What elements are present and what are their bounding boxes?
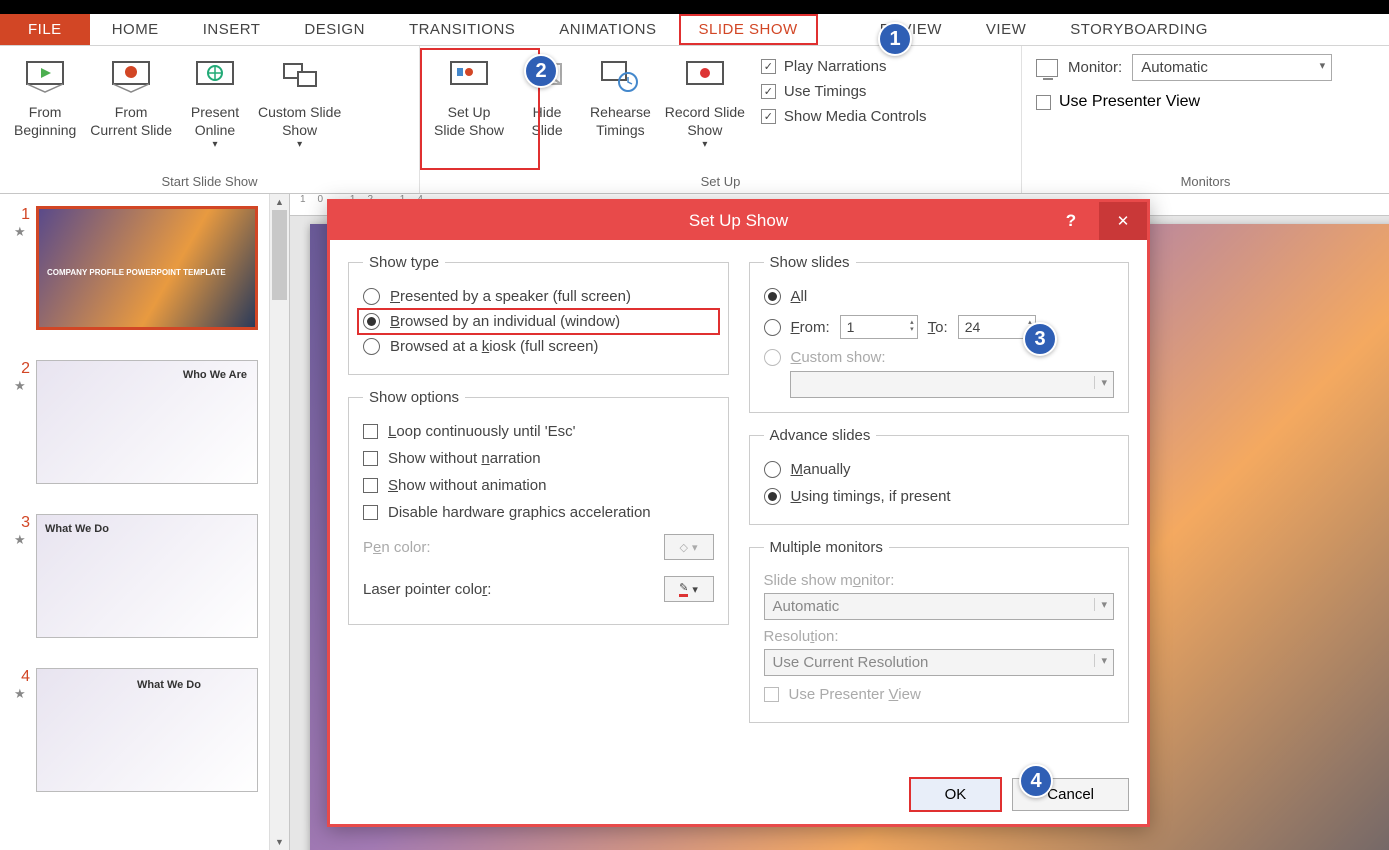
pen-color-button[interactable]: ◇▾ <box>664 534 714 560</box>
show-type-fieldset: Show type Presented by a speaker (full s… <box>348 254 729 375</box>
paint-bucket-icon: ◇ <box>680 541 688 554</box>
radio-browsed-individual[interactable]: Browsed by an individual (window) <box>357 308 720 335</box>
resolution-dropdown[interactable]: Use Current Resolution <box>764 649 1115 676</box>
from-current-button[interactable]: From Current Slide <box>84 50 178 141</box>
radio-manually[interactable]: Manually <box>764 456 1115 483</box>
tab-view[interactable]: VIEW <box>964 14 1048 45</box>
callout-1: 1 <box>878 22 912 56</box>
advance-slides-fieldset: Advance slides Manually Using timings, i… <box>749 427 1130 525</box>
globe-icon <box>194 56 236 98</box>
from-beginning-button[interactable]: From Beginning <box>8 50 82 141</box>
projector-play-icon <box>24 56 66 98</box>
callout-2: 2 <box>524 54 558 88</box>
projector-current-icon <box>110 56 152 98</box>
slide-thumbnails: 1★ COMPANY PROFILE POWERPOINT TEMPLATE 2… <box>0 194 290 850</box>
pen-icon: ✎ <box>679 581 688 597</box>
setup-icon <box>448 56 490 98</box>
callout-4: 4 <box>1019 764 1053 798</box>
tab-storyboarding[interactable]: STORYBOARDING <box>1048 14 1230 45</box>
custom-show-button[interactable]: Custom Slide Show▾ <box>252 50 347 152</box>
custom-slides-icon <box>279 56 321 98</box>
from-spinner[interactable]: 1 <box>840 315 918 339</box>
dialog-title: Set Up Show ? ✕ <box>330 202 1147 240</box>
dialog-help-button[interactable]: ? <box>1051 202 1091 240</box>
radio-custom-show: Custom show: <box>764 344 1115 371</box>
chk-loop[interactable]: Loop continuously until 'Esc' <box>363 418 714 445</box>
group-label-monitors: Monitors <box>1036 172 1375 191</box>
radio-using-timings[interactable]: Using timings, if present <box>764 483 1115 510</box>
record-slide-show-button[interactable]: Record Slide Show▾ <box>659 50 751 152</box>
monitor-icon <box>1036 59 1058 77</box>
radio-presented-speaker[interactable]: Presented by a speaker (full screen) <box>363 283 714 310</box>
use-timings-checkbox[interactable]: ✓Use Timings <box>761 83 927 100</box>
tab-home[interactable]: HOME <box>90 14 181 45</box>
chk-presenter-view[interactable]: Use Presenter View <box>764 676 1115 708</box>
present-online-button[interactable]: Present Online▾ <box>180 50 250 152</box>
thumbnails-scrollbar[interactable]: ▲ ▼ <box>269 194 289 850</box>
set-up-show-dialog: Set Up Show ? ✕ Show type Presented by a… <box>327 199 1150 827</box>
show-slides-fieldset: Show slides All From: 1 To: 24 Custom sh… <box>749 254 1130 413</box>
chk-disable-hw[interactable]: Disable hardware graphics acceleration <box>363 499 714 526</box>
laser-color-button[interactable]: ✎▾ <box>664 576 714 602</box>
dialog-close-button[interactable]: ✕ <box>1099 202 1147 240</box>
ribbon: From Beginning From Current Slide Presen… <box>0 46 1389 194</box>
thumb-1[interactable]: 1★ COMPANY PROFILE POWERPOINT TEMPLATE <box>14 206 283 330</box>
callout-3: 3 <box>1023 322 1057 356</box>
tab-file[interactable]: FILE <box>0 14 90 45</box>
tab-insert[interactable]: INSERT <box>181 14 283 45</box>
ok-button[interactable]: OK <box>909 777 1003 812</box>
clock-icon <box>599 56 641 98</box>
resolution-label: Resolution: <box>764 620 1115 649</box>
show-media-checkbox[interactable]: ✓Show Media Controls <box>761 108 927 125</box>
thumb-4[interactable]: 4★ What We Do <box>14 668 283 792</box>
slide-monitor-label: Slide show monitor: <box>764 568 1115 593</box>
custom-show-dropdown <box>790 371 1115 398</box>
monitor-label: Monitor: <box>1068 59 1122 76</box>
thumb-2[interactable]: 2★ Who We Are <box>14 360 283 484</box>
multiple-monitors-fieldset: Multiple monitors Slide show monitor: Au… <box>749 539 1130 723</box>
ribbon-tabs: FILE HOME INSERT DESIGN TRANSITIONS ANIM… <box>0 14 1389 46</box>
play-narrations-checkbox[interactable]: ✓Play Narrations <box>761 58 927 75</box>
thumb-3[interactable]: 3★ What We Do <box>14 514 283 638</box>
radio-from-slides[interactable]: From: 1 To: 24 <box>764 310 1115 344</box>
monitor-select[interactable]: Automatic <box>1132 54 1332 81</box>
record-icon <box>684 56 726 98</box>
set-up-slide-show-button[interactable]: Set Up Slide Show <box>428 50 510 141</box>
presenter-view-checkbox[interactable]: Use Presenter View <box>1036 93 1375 111</box>
tab-slideshow[interactable]: SLIDE SHOW <box>679 14 818 45</box>
tab-transitions[interactable]: TRANSITIONS <box>387 14 537 45</box>
radio-all-slides[interactable]: All <box>764 283 1115 310</box>
group-label-start: Start Slide Show <box>8 172 411 191</box>
slide-monitor-dropdown[interactable]: Automatic <box>764 593 1115 620</box>
tab-animations[interactable]: ANIMATIONS <box>537 14 678 45</box>
chk-no-animation[interactable]: Show without animation <box>363 472 714 499</box>
chk-no-narration[interactable]: Show without narration <box>363 445 714 472</box>
tab-design[interactable]: DESIGN <box>282 14 387 45</box>
radio-browsed-kiosk[interactable]: Browsed at a kiosk (full screen) <box>363 333 714 360</box>
show-options-fieldset: Show options Loop continuously until 'Es… <box>348 389 729 625</box>
rehearse-timings-button[interactable]: Rehearse Timings <box>584 50 657 141</box>
group-label-setup: Set Up <box>428 172 1013 191</box>
